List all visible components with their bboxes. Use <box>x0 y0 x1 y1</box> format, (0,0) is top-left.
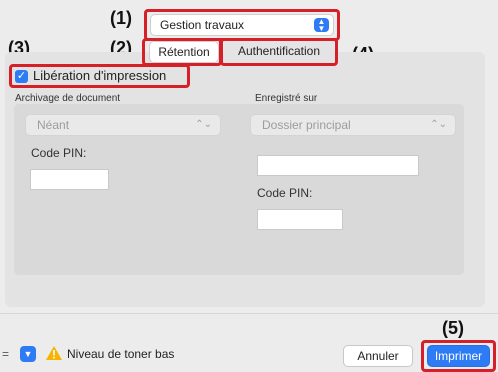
chevron-down-icon[interactable]: ▼ <box>20 346 36 362</box>
stored-on-label: Enregistré sur <box>255 93 318 104</box>
archive-select-value: Néant <box>37 118 70 132</box>
partial-glyph: = <box>2 347 10 361</box>
highlight-box-3 <box>9 64 190 88</box>
highlight-box-2 <box>142 38 222 66</box>
print-dialog: { "job_menu": { "selected": "Gestion tra… <box>0 0 498 372</box>
archive-pin-label: Code PIN: <box>31 146 87 160</box>
highlight-box-1 <box>144 9 340 41</box>
highlight-box-4 <box>220 38 338 66</box>
divider <box>0 313 498 314</box>
stored-on-select-value: Dossier principal <box>262 118 351 132</box>
callout-5: (5) <box>442 318 464 338</box>
archive-label: Archivage de document <box>15 93 121 104</box>
toner-status: Niveau de toner bas <box>67 347 175 361</box>
stored-pin-label: Code PIN: <box>257 186 313 200</box>
chevron-updown-icon: ⌃⌄ <box>195 119 212 130</box>
callout-1: (1) <box>110 8 132 28</box>
cancel-button[interactable]: Annuler <box>343 345 413 367</box>
highlight-box-5 <box>421 340 496 372</box>
chevron-updown-icon: ⌃⌄ <box>430 119 447 130</box>
warning-icon <box>46 346 62 360</box>
stored-pin-input[interactable] <box>257 209 343 230</box>
archive-pin-input[interactable] <box>30 169 109 190</box>
archive-select[interactable]: Néant ⌃⌄ <box>25 114 221 136</box>
stored-on-select[interactable]: Dossier principal ⌃⌄ <box>250 114 456 136</box>
stored-name-input[interactable] <box>257 155 419 176</box>
